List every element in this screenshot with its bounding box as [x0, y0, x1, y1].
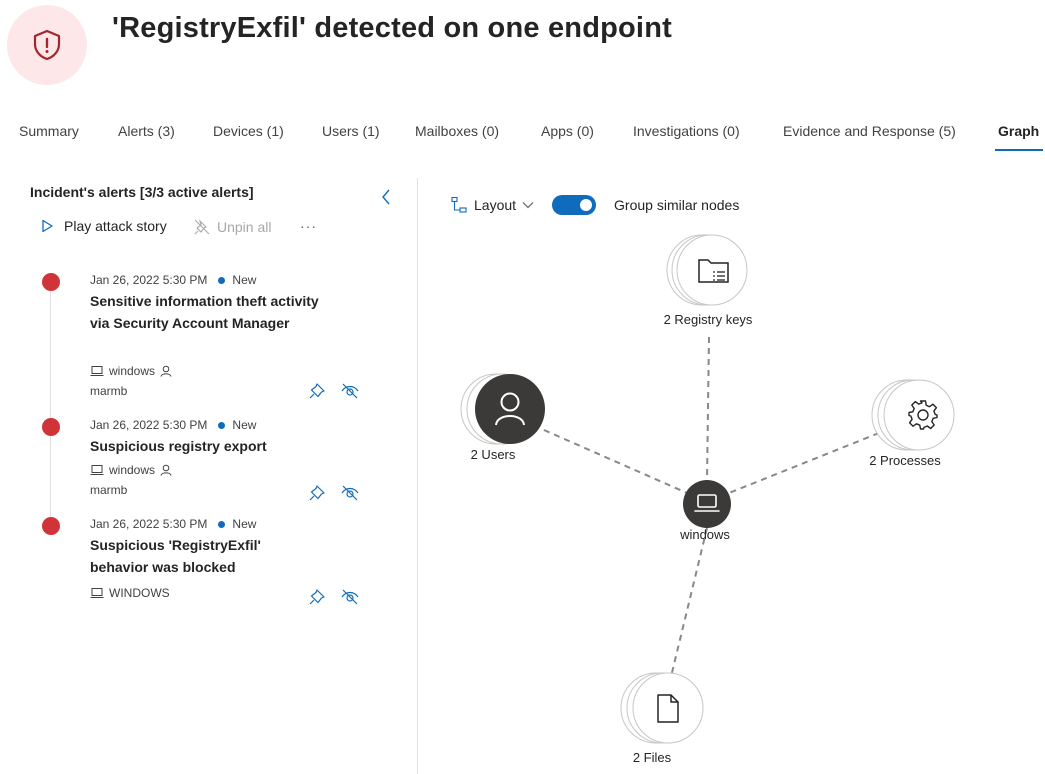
- tab-alerts[interactable]: Alerts (3): [118, 123, 175, 139]
- alert-date: Jan 26, 2022 5:30 PM: [90, 517, 208, 531]
- node-label: 2 Users: [471, 447, 516, 462]
- unpin-all-button[interactable]: Unpin all: [193, 218, 271, 236]
- device-icon: [90, 366, 104, 376]
- user-icon: [160, 365, 172, 377]
- alert-status: New: [232, 273, 257, 287]
- hide-alert-button[interactable]: [340, 382, 360, 400]
- alert-meta: Jan 26, 2022 5:30 PM New: [90, 517, 256, 531]
- tab-investigations[interactable]: Investigations (0): [633, 123, 740, 139]
- incident-alerts-panel: Incident's alerts [3/3 active alerts] Pl…: [0, 178, 418, 774]
- page-title: 'RegistryExfil' detected on one endpoint: [112, 12, 672, 44]
- alert-device-line: WINDOWS: [90, 586, 170, 600]
- edge-registry-device: [706, 336, 710, 481]
- edge-device-files: [668, 527, 708, 686]
- eye-off-icon: [341, 383, 359, 399]
- alert-meta: Jan 26, 2022 5:30 PM New: [90, 418, 256, 432]
- alert-user-line: marmb: [90, 384, 127, 398]
- toggle-knob: [580, 199, 593, 211]
- eye-off-icon: [341, 485, 359, 501]
- play-attack-story-label: Play attack story: [64, 218, 167, 234]
- hide-alert-button[interactable]: [340, 588, 360, 606]
- hide-alert-button[interactable]: [340, 484, 360, 502]
- alerts-panel-title: Incident's alerts [3/3 active alerts]: [30, 184, 254, 200]
- tab-graph[interactable]: Graph: [998, 123, 1039, 139]
- tab-evidence-and-response[interactable]: Evidence and Response (5): [783, 123, 956, 139]
- alert-user-line: marmb: [90, 483, 127, 497]
- node-device-windows[interactable]: windows: [679, 480, 731, 542]
- tab-apps[interactable]: Apps (0): [541, 123, 594, 139]
- alert-device[interactable]: WINDOWS: [109, 586, 170, 600]
- group-similar-nodes-label: Group similar nodes: [614, 197, 740, 213]
- eye-off-icon: [341, 589, 359, 605]
- pin-alert-button[interactable]: [308, 382, 326, 400]
- incident-graph[interactable]: 2 Registry keys 2 Users 2 Processes wind…: [419, 225, 1039, 774]
- node-label: 2 Files: [633, 750, 672, 765]
- edge-processes-device: [728, 432, 880, 494]
- pin-icon: [309, 589, 325, 605]
- alert-device[interactable]: windows: [109, 364, 155, 378]
- alert-status: New: [232, 517, 257, 531]
- status-dot-icon: [218, 520, 226, 528]
- alert-device[interactable]: windows: [109, 463, 155, 477]
- severity-dot: [42, 517, 60, 535]
- active-tab-indicator: [995, 149, 1043, 151]
- tab-bar: Summary Alerts (3) Devices (1) Users (1)…: [0, 115, 1045, 153]
- alert-actions: [308, 484, 360, 502]
- alert-title[interactable]: Sensitive information theft activity via…: [90, 290, 320, 334]
- alert-title[interactable]: Suspicious 'RegistryExfil' behavior was …: [90, 534, 290, 578]
- chevron-down-icon: [522, 202, 534, 209]
- group-similar-nodes-toggle[interactable]: [552, 195, 597, 215]
- alert-status: New: [232, 418, 257, 432]
- user-icon: [160, 464, 172, 476]
- tab-summary[interactable]: Summary: [19, 123, 79, 139]
- alert-date: Jan 26, 2022 5:30 PM: [90, 418, 208, 432]
- severity-dot: [42, 418, 60, 436]
- collapse-panel-button[interactable]: [380, 188, 392, 211]
- alert-actions: [308, 382, 360, 400]
- pin-icon: [309, 383, 325, 399]
- shield-alert-icon: [33, 29, 61, 61]
- layout-label: Layout: [474, 197, 517, 213]
- alert-actions: [308, 588, 360, 606]
- incident-severity-icon: [7, 5, 87, 85]
- node-label: windows: [679, 527, 730, 542]
- tab-devices[interactable]: Devices (1): [213, 123, 284, 139]
- unpin-icon: [194, 219, 210, 235]
- node-users[interactable]: 2 Users: [460, 373, 545, 462]
- layout-tree-icon: [451, 196, 467, 213]
- layout-dropdown[interactable]: Layout: [450, 196, 534, 214]
- graph-toolbar: Layout Group similar nodes: [450, 192, 739, 218]
- node-label: 2 Processes: [869, 453, 941, 468]
- status-dot-icon: [218, 276, 226, 284]
- alert-title[interactable]: Suspicious registry export: [90, 435, 320, 457]
- pin-icon: [309, 485, 325, 501]
- pin-alert-button[interactable]: [308, 484, 326, 502]
- status-dot-icon: [218, 421, 226, 429]
- alerts-timeline: [50, 281, 51, 526]
- unpin-all-label: Unpin all: [217, 219, 272, 235]
- severity-dot: [42, 273, 60, 291]
- alert-date: Jan 26, 2022 5:30 PM: [90, 273, 208, 287]
- node-files[interactable]: 2 Files: [620, 672, 704, 765]
- play-attack-story-button[interactable]: Play attack story: [40, 218, 167, 234]
- pin-alert-button[interactable]: [308, 588, 326, 606]
- play-icon: [42, 219, 53, 233]
- alert-user[interactable]: marmb: [90, 483, 127, 497]
- device-icon: [90, 588, 104, 598]
- node-processes[interactable]: 2 Processes: [869, 379, 955, 468]
- tab-users[interactable]: Users (1): [322, 123, 380, 139]
- alert-user[interactable]: marmb: [90, 384, 127, 398]
- device-icon: [90, 465, 104, 475]
- chevron-left-icon: [382, 189, 390, 205]
- more-options-button[interactable]: ···: [300, 218, 317, 234]
- tab-mailboxes[interactable]: Mailboxes (0): [415, 123, 499, 139]
- edge-users-device: [543, 429, 688, 494]
- alert-meta: Jan 26, 2022 5:30 PM New: [90, 273, 256, 287]
- alert-device-line: windows: [90, 364, 172, 378]
- node-registry-keys[interactable]: 2 Registry keys: [664, 234, 753, 327]
- alert-device-line: windows: [90, 463, 172, 477]
- node-label: 2 Registry keys: [664, 312, 753, 327]
